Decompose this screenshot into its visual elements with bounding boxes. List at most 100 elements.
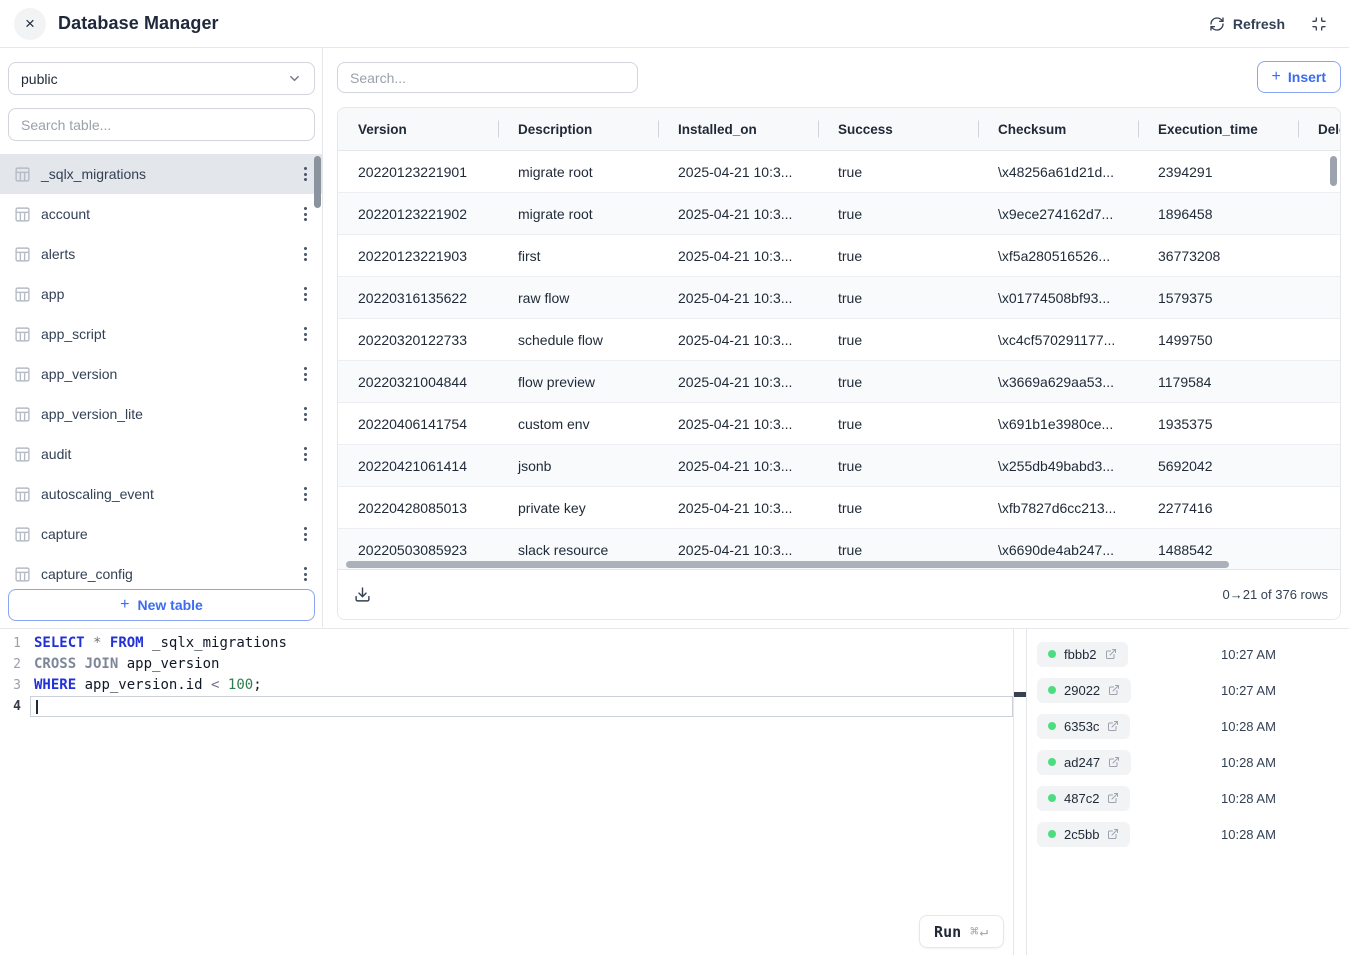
cell-checksum: \xfb7827d6cc213...	[978, 500, 1138, 516]
refresh-label: Refresh	[1233, 16, 1285, 32]
sidebar-item-table[interactable]: alerts	[0, 234, 323, 274]
sql-editor[interactable]: 1SELECT * FROM _sqlx_migrations2CROSS JO…	[0, 629, 1013, 955]
column-header[interactable]: Description	[498, 122, 658, 137]
download-button[interactable]	[354, 586, 371, 603]
run-id-label: 6353c	[1064, 719, 1099, 734]
search-input[interactable]	[337, 62, 638, 93]
table-list: _sqlx_migrations account	[0, 154, 323, 590]
cell-success: true	[818, 164, 978, 180]
sidebar-item-table[interactable]: capture	[0, 514, 323, 554]
editor-scrollbar-track[interactable]	[1013, 629, 1027, 955]
table-row[interactable]: 20220428085013 private key 2025-04-21 10…	[338, 487, 1340, 529]
run-history-panel: fbbb2 10:27 AM 29022	[1028, 629, 1349, 955]
column-header[interactable]: Success	[818, 122, 978, 137]
external-link-icon[interactable]	[1107, 792, 1119, 804]
cell-success: true	[818, 500, 978, 516]
table-vertical-scrollbar[interactable]	[1330, 156, 1337, 186]
table-row[interactable]: 20220406141754 custom env 2025-04-21 10:…	[338, 403, 1340, 445]
table-row[interactable]: 20220421061414 jsonb 2025-04-21 10:3... …	[338, 445, 1340, 487]
kebab-menu-icon[interactable]	[298, 203, 313, 225]
run-button[interactable]: Run ⌘↵	[919, 915, 1004, 948]
cell-checksum: \x01774508bf93...	[978, 290, 1138, 306]
insert-button[interactable]: + Insert	[1257, 61, 1341, 93]
status-dot	[1048, 830, 1056, 838]
table-row[interactable]: 20220320122733 schedule flow 2025-04-21 …	[338, 319, 1340, 361]
column-header[interactable]: Dele	[1298, 122, 1341, 137]
sidebar-item-table[interactable]: autoscaling_event	[0, 474, 323, 514]
history-run-badge[interactable]: 6353c	[1037, 714, 1130, 739]
table-name-label: alerts	[41, 246, 75, 262]
table-row[interactable]: 20220123221902 migrate root 2025-04-21 1…	[338, 193, 1340, 235]
cell-installed-on: 2025-04-21 10:3...	[658, 332, 818, 348]
external-link-icon[interactable]	[1107, 720, 1119, 732]
column-header[interactable]: Checksum	[978, 122, 1138, 137]
run-timestamp: 10:28 AM	[1221, 719, 1276, 734]
history-run-badge[interactable]: 2c5bb	[1037, 822, 1130, 847]
collapse-icon[interactable]	[1311, 16, 1327, 32]
history-run-badge[interactable]: ad247	[1037, 750, 1131, 775]
external-link-icon[interactable]	[1108, 756, 1120, 768]
editor-line: 2CROSS JOIN app_version	[0, 654, 1013, 675]
table-row[interactable]: 20220123221903 first 2025-04-21 10:3... …	[338, 235, 1340, 277]
search-table-input[interactable]	[8, 108, 315, 141]
history-run-badge[interactable]: 29022	[1037, 678, 1131, 703]
cell-description: jsonb	[498, 458, 658, 474]
editor-scrollbar-thumb[interactable]	[1014, 692, 1026, 697]
table-name-label: app_version	[41, 366, 117, 382]
sidebar-item-table[interactable]: capture_config	[0, 554, 323, 590]
external-link-icon[interactable]	[1105, 648, 1117, 660]
sidebar-item-table[interactable]: _sqlx_migrations	[0, 154, 323, 194]
cell-description: migrate root	[498, 164, 658, 180]
table-horizontal-scrollbar[interactable]	[346, 561, 1229, 568]
kebab-menu-icon[interactable]	[298, 323, 313, 345]
sidebar-item-table[interactable]: app_version	[0, 354, 323, 394]
kebab-menu-icon[interactable]	[298, 403, 313, 425]
external-link-icon[interactable]	[1108, 684, 1120, 696]
kebab-menu-icon[interactable]	[298, 363, 313, 385]
plus-icon: +	[1272, 69, 1281, 85]
table-header-row: Version Description Installed_on Success…	[338, 108, 1341, 151]
history-run-badge[interactable]: 487c2	[1037, 786, 1130, 811]
external-link-icon[interactable]	[1107, 828, 1119, 840]
sidebar-item-table[interactable]: account	[0, 194, 323, 234]
schema-select[interactable]: public	[8, 62, 315, 95]
cell-description: schedule flow	[498, 332, 658, 348]
table-row[interactable]: 20220321004844 flow preview 2025-04-21 1…	[338, 361, 1340, 403]
kebab-menu-icon[interactable]	[298, 483, 313, 505]
kebab-menu-icon[interactable]	[298, 523, 313, 545]
data-table: Version Description Installed_on Success…	[337, 107, 1341, 620]
new-table-button[interactable]: + New table	[8, 589, 315, 621]
history-run-badge[interactable]: fbbb2	[1037, 642, 1128, 667]
column-header[interactable]: Installed_on	[658, 122, 818, 137]
column-header[interactable]: Execution_time	[1138, 122, 1298, 137]
kebab-menu-icon[interactable]	[298, 443, 313, 465]
status-dot	[1048, 722, 1056, 730]
refresh-button[interactable]: Refresh	[1209, 16, 1285, 32]
table-row[interactable]: 20220316135622 raw flow 2025-04-21 10:3.…	[338, 277, 1340, 319]
status-dot	[1048, 794, 1056, 802]
cell-execution-time: 1499750	[1138, 332, 1298, 348]
sidebar-item-table[interactable]: app_script	[0, 314, 323, 354]
kebab-menu-icon[interactable]	[298, 563, 313, 585]
new-table-label: New table	[137, 597, 202, 613]
cell-version: 20220503085923	[338, 542, 498, 558]
run-id-label: fbbb2	[1064, 647, 1097, 662]
sidebar-item-table[interactable]: audit	[0, 434, 323, 474]
table-grid-icon	[14, 526, 31, 543]
table-row[interactable]: 20220123221901 migrate root 2025-04-21 1…	[338, 151, 1340, 193]
table-name-label: _sqlx_migrations	[41, 166, 146, 182]
kebab-menu-icon[interactable]	[298, 163, 313, 185]
table-name-label: account	[41, 206, 90, 222]
column-header[interactable]: Version	[338, 122, 498, 137]
table-rows: 20220123221901 migrate root 2025-04-21 1…	[338, 151, 1340, 569]
kebab-menu-icon[interactable]	[298, 283, 313, 305]
cell-execution-time: 1896458	[1138, 206, 1298, 222]
table-grid-icon	[14, 366, 31, 383]
run-timestamp: 10:28 AM	[1221, 791, 1276, 806]
close-button[interactable]: ×	[14, 8, 46, 40]
history-row: 2c5bb 10:28 AM	[1028, 816, 1349, 852]
sidebar-scrollbar[interactable]	[314, 156, 321, 208]
sidebar-item-table[interactable]: app	[0, 274, 323, 314]
kebab-menu-icon[interactable]	[298, 243, 313, 265]
sidebar-item-table[interactable]: app_version_lite	[0, 394, 323, 434]
